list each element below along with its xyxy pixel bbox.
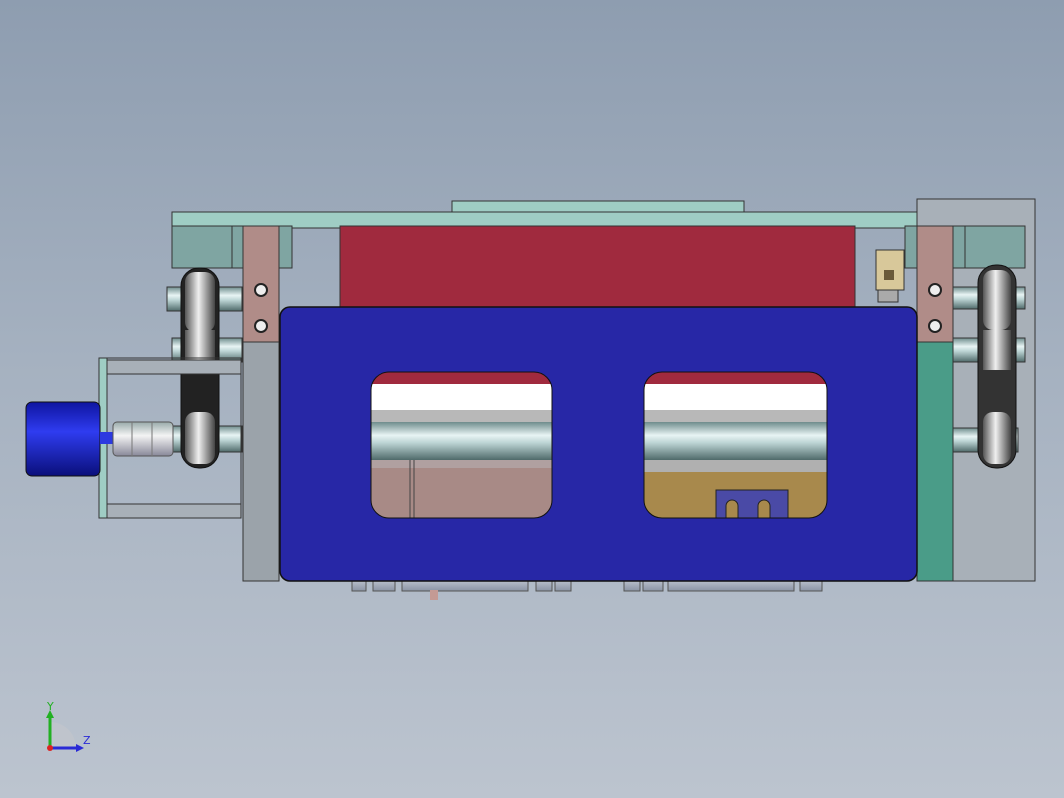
cad-model-view[interactable]: [0, 0, 1064, 798]
left-pulley: [185, 272, 215, 332]
bolt-icon: [254, 283, 268, 297]
left-drive-assembly[interactable]: [98, 267, 243, 519]
sensor-bracket[interactable]: [875, 249, 905, 303]
bolt-icon: [928, 319, 942, 333]
top-cover-plate[interactable]: [171, 200, 1035, 229]
right-inspection-window[interactable]: [643, 371, 828, 519]
triad-y-label: Y: [47, 700, 54, 713]
right-pulley: [983, 270, 1011, 330]
coordinate-triad: [46, 710, 84, 752]
bolt-icon: [254, 319, 268, 333]
bolt-icon: [928, 283, 942, 297]
shaft-coupling[interactable]: [100, 421, 174, 457]
graphics-viewport[interactable]: Y Z: [0, 0, 1064, 798]
red-top-block[interactable]: [339, 225, 856, 311]
triad-z-label: Z: [83, 734, 91, 747]
left-inspection-window[interactable]: [370, 371, 553, 519]
drive-motor[interactable]: [25, 401, 101, 477]
